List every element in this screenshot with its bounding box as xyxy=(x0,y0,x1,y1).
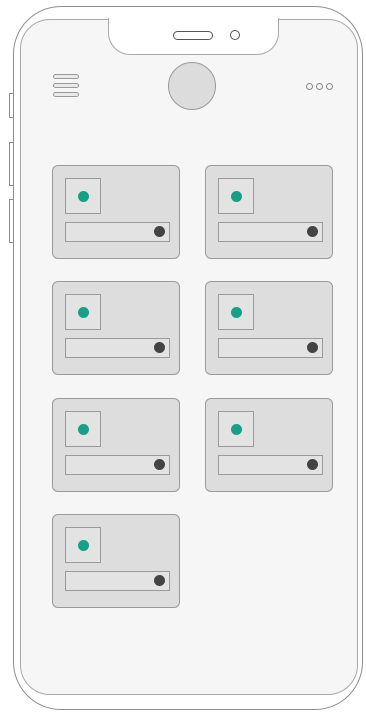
mute-switch xyxy=(9,93,13,118)
status-dot-icon xyxy=(231,307,242,318)
image-placeholder-icon xyxy=(218,294,254,330)
toggle-track[interactable] xyxy=(218,338,323,358)
toggle-knob-icon[interactable] xyxy=(307,459,318,470)
menu-line xyxy=(53,83,79,88)
status-dot-icon xyxy=(231,191,242,202)
image-placeholder-icon xyxy=(65,294,101,330)
more-dot xyxy=(306,83,313,90)
toggle-knob-icon[interactable] xyxy=(307,342,318,353)
content-card[interactable] xyxy=(205,165,333,259)
toggle-track[interactable] xyxy=(65,455,170,475)
hamburger-menu-icon[interactable] xyxy=(53,74,79,99)
status-dot-icon xyxy=(78,540,89,551)
toggle-knob-icon[interactable] xyxy=(154,459,165,470)
image-placeholder-icon xyxy=(218,411,254,447)
image-placeholder-icon xyxy=(65,411,101,447)
status-dot-icon xyxy=(78,424,89,435)
more-options-icon[interactable] xyxy=(306,82,334,92)
toggle-track[interactable] xyxy=(65,338,170,358)
toggle-knob-icon[interactable] xyxy=(307,226,318,237)
volume-up-button xyxy=(9,142,13,186)
image-placeholder-icon xyxy=(65,178,101,214)
speaker-icon xyxy=(173,31,213,40)
menu-line xyxy=(53,74,79,79)
status-dot-icon xyxy=(78,307,89,318)
toggle-knob-icon[interactable] xyxy=(154,575,165,586)
menu-line xyxy=(53,92,79,97)
volume-down-button xyxy=(9,199,13,243)
image-placeholder-icon xyxy=(218,178,254,214)
toggle-track[interactable] xyxy=(218,222,323,242)
content-card[interactable] xyxy=(205,398,333,492)
toggle-track[interactable] xyxy=(65,571,170,591)
toggle-track[interactable] xyxy=(65,222,170,242)
content-card[interactable] xyxy=(52,281,180,375)
more-dot xyxy=(316,83,323,90)
content-card[interactable] xyxy=(52,398,180,492)
avatar[interactable] xyxy=(168,62,216,110)
toggle-knob-icon[interactable] xyxy=(154,342,165,353)
toggle-track[interactable] xyxy=(218,455,323,475)
toggle-knob-icon[interactable] xyxy=(154,226,165,237)
status-dot-icon xyxy=(78,191,89,202)
image-placeholder-icon xyxy=(65,527,101,563)
camera-icon xyxy=(230,30,240,40)
status-dot-icon xyxy=(231,424,242,435)
content-card[interactable] xyxy=(52,514,180,608)
more-dot xyxy=(326,83,333,90)
content-card[interactable] xyxy=(205,281,333,375)
content-card[interactable] xyxy=(52,165,180,259)
